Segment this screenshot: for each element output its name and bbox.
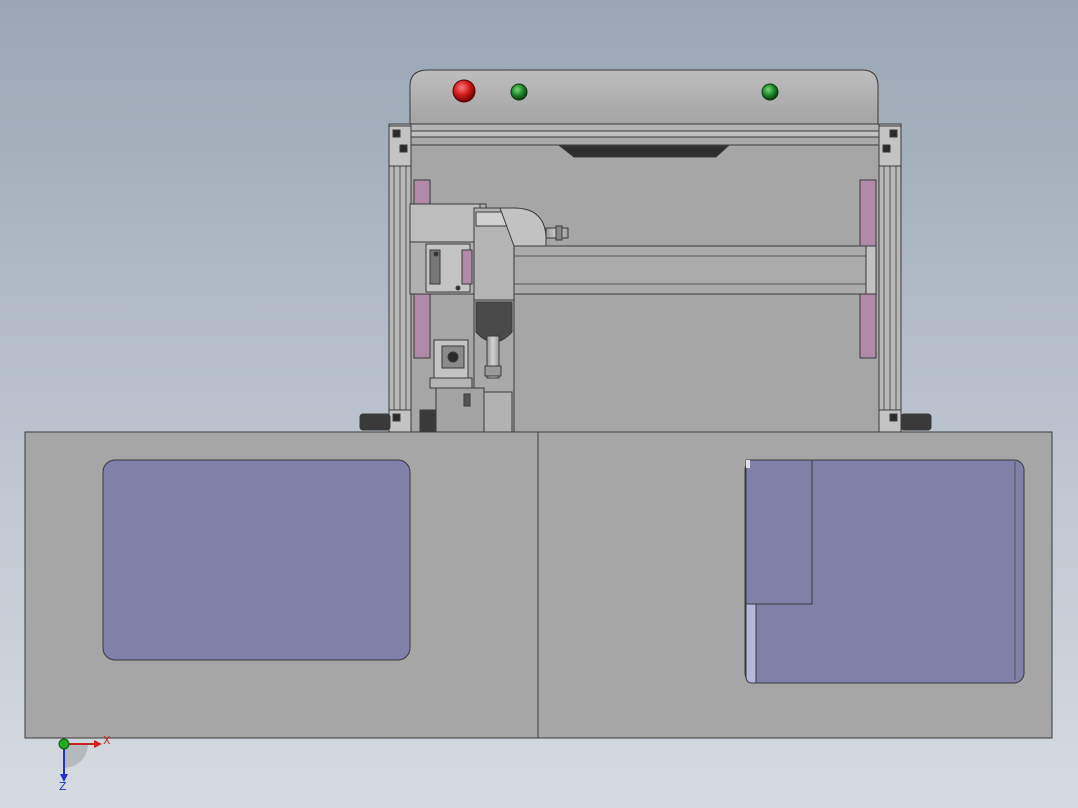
right-panel-highlight — [745, 603, 757, 684]
axis-x-label: X — [103, 734, 111, 747]
right-foot — [900, 413, 932, 431]
axis-z-label: Z — [59, 780, 67, 793]
left-work-panel — [102, 459, 411, 661]
x-axis-end-plate — [865, 245, 877, 295]
y-carriage-top — [409, 203, 481, 243]
emergency-stop-icon[interactable] — [452, 79, 476, 103]
x-axis-beam — [513, 245, 877, 295]
control-header-box — [409, 69, 879, 125]
indicator-light-icon — [761, 83, 779, 101]
machine-front-view: X Z — [24, 69, 1053, 793]
right-panel-inset — [745, 459, 813, 605]
top-crossbeam — [391, 123, 901, 132]
cad-viewport[interactable]: X Z — [0, 0, 1078, 808]
header-slot — [558, 145, 730, 158]
z-motor-bracket — [429, 377, 473, 389]
top-crossbeam-lower — [391, 130, 901, 138]
left-foot — [359, 413, 391, 431]
top-crossbeam-strip — [391, 136, 901, 146]
start-button-icon[interactable] — [510, 83, 528, 101]
coordinate-triad-icon: X Z — [58, 734, 111, 793]
